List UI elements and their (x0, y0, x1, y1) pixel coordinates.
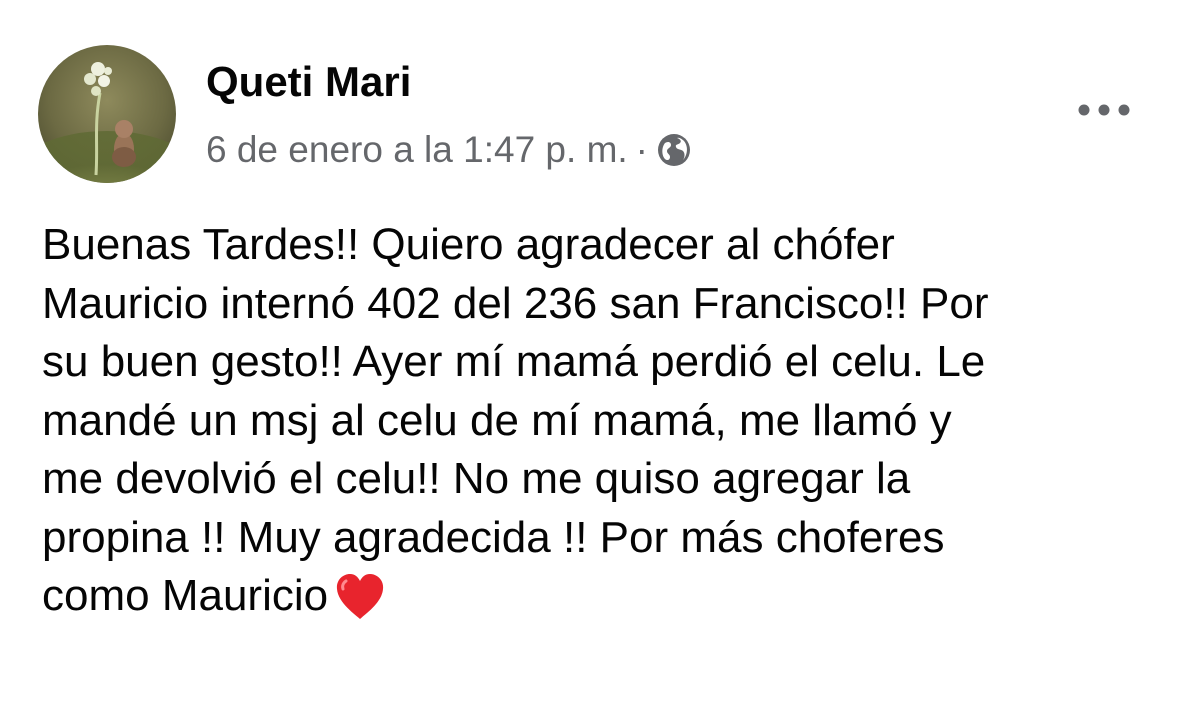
post-meta: 6 de enero a la 1:47 p. m. · (206, 126, 692, 174)
red-heart-icon (334, 572, 386, 622)
globe-icon[interactable] (656, 132, 692, 168)
post-text-line: como Mauricio (42, 571, 329, 620)
avatar-photo (38, 45, 176, 183)
post-text-line: mandé un msj al celu de mí mamá, me llam… (42, 395, 952, 445)
author-name[interactable]: Queti Mari (206, 56, 411, 108)
more-options-icon (1078, 104, 1130, 116)
meta-separator: · (635, 129, 648, 170)
post-text-last-line: como Mauricio (42, 567, 1162, 626)
post-text: Buenas Tardes!! Quiero agradecer al chóf… (42, 216, 1162, 626)
post-text-line: propina !! Muy agradecida !! Por más cho… (42, 512, 945, 562)
avatar[interactable] (38, 45, 176, 183)
post-text-line: su buen gesto!! Ayer mí mamá perdió el c… (42, 337, 986, 386)
facebook-post: Queti Mari 6 de enero a la 1:47 p. m. · … (0, 0, 1200, 718)
post-text-line: me devolvió el celu!! No me quiso agrega… (42, 454, 911, 503)
more-options-button[interactable] (1066, 82, 1142, 138)
post-timestamp[interactable]: 6 de enero a la 1:47 p. m. (206, 126, 628, 174)
post-text-line: Buenas Tardes!! Quiero agradecer al chóf… (42, 220, 895, 269)
post-text-line: Mauricio internó 402 del 236 san Francis… (42, 278, 989, 328)
